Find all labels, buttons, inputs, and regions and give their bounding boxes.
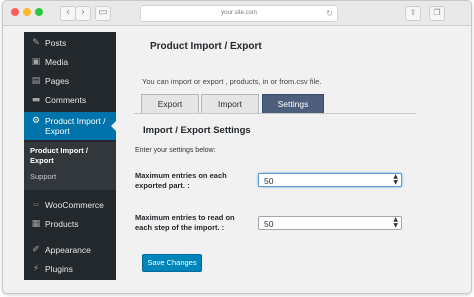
sidebar-item-posts[interactable]: ✎ Posts: [24, 34, 116, 52]
stepper-icon[interactable]: ▲ ▼: [393, 217, 398, 229]
sidebar-item-label: Appearance: [45, 245, 91, 255]
woo-icon: ▭: [33, 201, 39, 208]
intro-text: You can import or export , products, in …: [142, 77, 322, 86]
sidebar-toggle-icon[interactable]: ▭: [95, 6, 111, 21]
tabs-icon[interactable]: ❐: [429, 6, 445, 21]
url-text: your site.com: [221, 10, 257, 16]
sidebar-item-label: Plugins: [45, 264, 73, 274]
sidebar-item-plugins[interactable]: ⚡ Plugins: [24, 260, 116, 278]
sidebar-item-appearance[interactable]: ✐ Appearance: [24, 241, 116, 259]
sidebar-item-label: Pages: [45, 76, 70, 86]
tab-import[interactable]: Import: [201, 94, 259, 114]
sidebar-item-woocommerce[interactable]: ▭ WooCommerce: [24, 196, 116, 214]
submenu-item-product-import-export[interactable]: Product Import / Export: [30, 146, 88, 166]
submenu-item-support[interactable]: Support: [30, 172, 56, 182]
sidebar-item-products[interactable]: ▦ Products: [24, 215, 116, 233]
forward-icon[interactable]: ›: [75, 6, 91, 21]
main-content: [116, 32, 416, 280]
tab-divider: [134, 113, 416, 114]
input-value: 50: [264, 176, 274, 186]
sidebar-item-label: WooCommerce: [45, 200, 104, 210]
sidebar-item-media[interactable]: ▣ Media: [24, 53, 116, 71]
media-icon: ▣: [31, 57, 41, 67]
products-icon: ▦: [31, 219, 41, 229]
sidebar-item-product-import-export[interactable]: ⚙ Product Import / Export: [24, 112, 116, 140]
export-entries-input[interactable]: 50 ▲ ▼: [258, 173, 402, 187]
sidebar-item-label: Comments: [45, 95, 87, 105]
close-window-button[interactable]: [11, 8, 19, 16]
field-label-export-entries: Maximum entries on each exported part. :: [135, 171, 253, 191]
sidebar-submenu: Product Import / Export Support: [24, 142, 116, 190]
settings-heading: Import / Export Settings: [143, 125, 251, 136]
stepper-icon[interactable]: ▲ ▼: [393, 174, 398, 186]
brush-icon: ✐: [32, 245, 40, 255]
sidebar-item-label: Product Import / Export: [45, 116, 106, 136]
field-label-import-entries: Maximum entries to read on each step of …: [135, 213, 253, 233]
browser-titlebar: ‹ › ▭ your site.com ↻ ⇪ ❐: [3, 1, 471, 26]
field-label-line1: Maximum entries on each: [135, 171, 227, 180]
tab-export[interactable]: Export: [141, 94, 199, 114]
sidebar-item-label: Posts: [45, 38, 67, 48]
gear-icon: ⚙: [31, 116, 41, 126]
submenu-label: Support: [30, 172, 57, 181]
field-label-line2: exported part. :: [135, 181, 190, 190]
admin-sidebar: ✎ Posts ▣ Media ▤ Pages ▬ Comments ⚙ Pro…: [24, 32, 116, 280]
field-label-line1: Maximum entries to read on: [135, 213, 235, 222]
input-value: 50: [264, 219, 274, 229]
import-entries-input[interactable]: 50 ▲ ▼: [258, 216, 402, 230]
tab-settings[interactable]: Settings: [262, 94, 324, 114]
back-icon[interactable]: ‹: [60, 6, 76, 21]
maximize-window-button[interactable]: [35, 8, 43, 16]
field-label-line2: each step of the import. :: [135, 223, 225, 232]
url-bar[interactable]: your site.com ↻: [140, 5, 338, 22]
page-title: Product Import / Export: [150, 41, 262, 52]
share-icon[interactable]: ⇪: [405, 6, 421, 21]
plugin-icon: ⚡: [32, 264, 40, 274]
reload-icon[interactable]: ↻: [326, 6, 333, 21]
minimize-window-button[interactable]: [23, 8, 31, 16]
sidebar-item-comments[interactable]: ▬ Comments: [24, 91, 116, 109]
submenu-label-line1: Product Import /: [30, 146, 88, 155]
save-changes-button[interactable]: Save Changes: [142, 254, 202, 272]
comments-icon: ▬: [31, 95, 41, 105]
submenu-label-line2: Export: [30, 156, 54, 165]
settings-description: Enter your settings below:: [135, 147, 216, 154]
sidebar-item-label: Media: [45, 57, 69, 67]
sidebar-item-label: Products: [45, 219, 79, 229]
pages-icon: ▤: [31, 76, 41, 86]
sidebar-item-pages[interactable]: ▤ Pages: [24, 72, 116, 90]
pin-icon: ✎: [32, 38, 40, 48]
